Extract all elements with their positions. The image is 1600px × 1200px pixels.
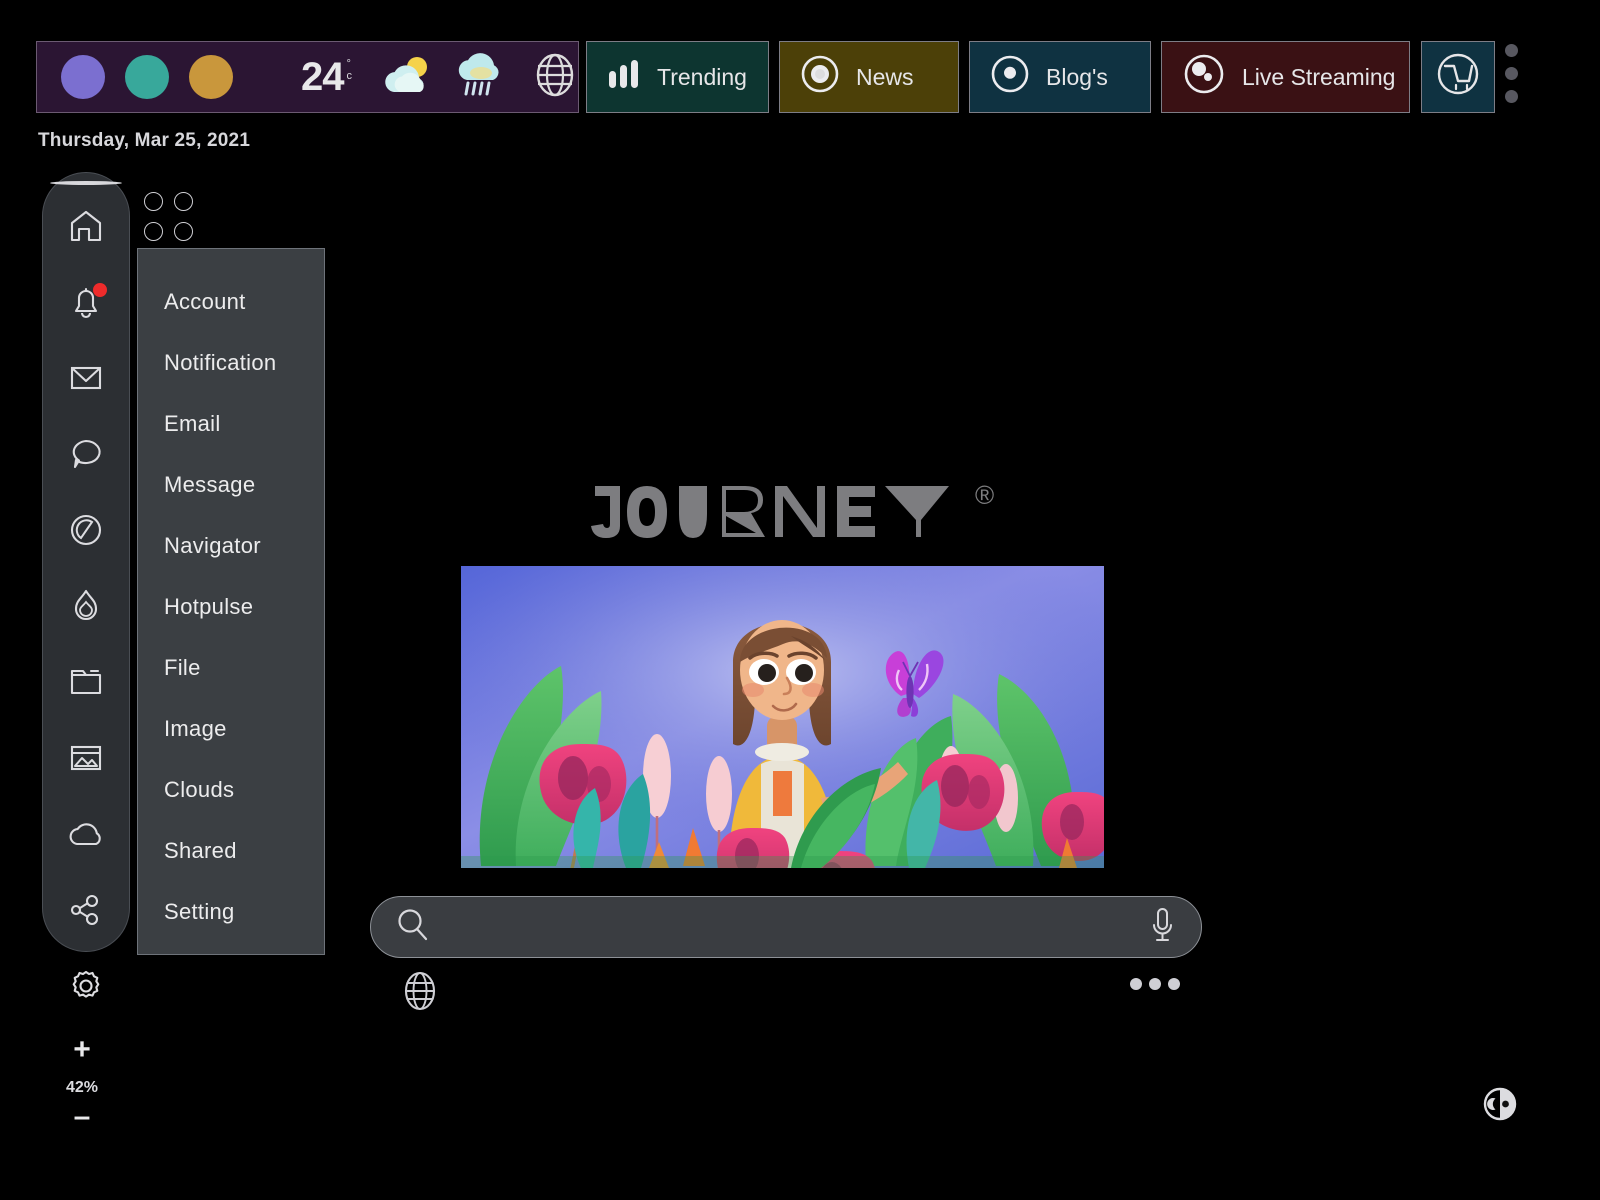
menu-item-setting[interactable]: Setting	[138, 881, 324, 942]
flame-icon	[67, 586, 105, 631]
live-circle-icon	[1182, 52, 1226, 102]
app-grid-icon[interactable]	[144, 192, 200, 248]
temperature-readout: 24 ° c	[301, 57, 362, 97]
gear-icon	[66, 966, 106, 1011]
status-weather-pill: 24 ° c	[36, 41, 579, 113]
chat-bubble-icon	[67, 436, 105, 477]
sun-cloud-icon	[384, 54, 432, 101]
envelope-icon	[67, 362, 105, 399]
nav-button-label: Blog's	[1046, 63, 1108, 90]
menu-item-shared[interactable]: Shared	[138, 820, 324, 881]
menu-item-email[interactable]: Email	[138, 393, 324, 454]
picture-icon	[67, 741, 105, 780]
zoom-level-value: 42%	[65, 1079, 99, 1096]
search-bar[interactable]	[370, 896, 1202, 958]
menu-item-notification[interactable]: Notification	[138, 332, 324, 393]
sidebar-item-shared[interactable]	[61, 887, 111, 937]
blog-circle-icon	[990, 54, 1030, 100]
globe-icon[interactable]	[400, 970, 440, 1017]
top-bar: 24 ° c Trending News Blog's Live Streami…	[0, 0, 1600, 120]
folder-icon	[67, 665, 105, 704]
nav-button-news[interactable]: News	[779, 41, 959, 113]
share-nodes-icon	[67, 891, 105, 934]
sidebar-item-notification[interactable]	[61, 279, 111, 329]
compass-icon	[67, 511, 105, 554]
hero-illustration[interactable]	[461, 566, 1104, 868]
status-dot-group	[61, 55, 233, 99]
more-options-icon[interactable]	[1505, 44, 1518, 103]
globe-icon[interactable]	[532, 52, 578, 103]
sidebar-item-home[interactable]	[61, 203, 111, 253]
cart-button[interactable]	[1421, 41, 1495, 113]
sidebar-item-image[interactable]	[61, 735, 111, 785]
sidebar-item-file[interactable]	[61, 659, 111, 709]
sidebar-icon-list	[61, 203, 111, 1013]
menu-item-navigator[interactable]: Navigator	[138, 515, 324, 576]
status-dot-gold[interactable]	[189, 55, 233, 99]
bar-chart-icon	[607, 59, 641, 95]
nav-button-trending[interactable]: Trending	[586, 41, 769, 113]
target-circle-icon	[800, 54, 840, 100]
nav-button-label: News	[856, 63, 914, 90]
zoom-out-button[interactable]: –	[52, 1102, 112, 1132]
dark-mode-toggle-icon[interactable]	[1478, 1082, 1522, 1131]
app-root: 24 ° c Trending News Blog's Live Streami…	[0, 0, 1600, 1200]
temperature-unit: ° c	[346, 58, 354, 82]
icon-sidebar	[42, 172, 130, 998]
current-date: Thursday, Mar 25, 2021	[38, 130, 251, 151]
nav-button-label: Trending	[657, 63, 747, 90]
nav-button-live-streaming[interactable]: Live Streaming	[1161, 41, 1410, 113]
menu-item-account[interactable]: Account	[138, 271, 324, 332]
sidebar-item-setting[interactable]	[61, 963, 111, 1013]
status-dot-purple[interactable]	[61, 55, 105, 99]
cloud-icon	[66, 818, 106, 855]
sidebar-item-hotpulse[interactable]	[61, 583, 111, 633]
avatar[interactable]	[50, 181, 122, 185]
home-icon	[67, 207, 105, 250]
zoom-control: + 42% –	[52, 1035, 112, 1132]
zoom-in-button[interactable]: +	[52, 1035, 112, 1065]
cart-icon	[1434, 50, 1482, 104]
rain-cloud-icon	[454, 52, 506, 103]
menu-item-clouds[interactable]: Clouds	[138, 759, 324, 820]
search-input[interactable]	[447, 916, 1149, 938]
menu-item-image[interactable]: Image	[138, 698, 324, 759]
status-dot-teal[interactable]	[125, 55, 169, 99]
magnifier-icon[interactable]	[395, 907, 431, 948]
nav-button-label: Live Streaming	[1242, 63, 1396, 90]
sidebar-item-clouds[interactable]	[61, 811, 111, 861]
more-dots-icon[interactable]	[1130, 978, 1180, 990]
menu-item-hotpulse[interactable]: Hotpulse	[138, 576, 324, 637]
registered-trademark-symbol: ®	[975, 480, 995, 510]
sidebar-item-navigator[interactable]	[61, 507, 111, 557]
notification-badge	[93, 283, 107, 297]
menu-item-file[interactable]: File	[138, 637, 324, 698]
sidebar-item-email[interactable]	[61, 355, 111, 405]
sidebar-item-message[interactable]	[61, 431, 111, 481]
microphone-icon[interactable]	[1149, 905, 1175, 950]
temperature-value: 24	[301, 55, 344, 99]
nav-button-blogs[interactable]: Blog's	[969, 41, 1151, 113]
account-dropdown-menu: Account Notification Email Message Navig…	[137, 248, 325, 955]
journey-logo	[585, 478, 1015, 548]
menu-item-message[interactable]: Message	[138, 454, 324, 515]
